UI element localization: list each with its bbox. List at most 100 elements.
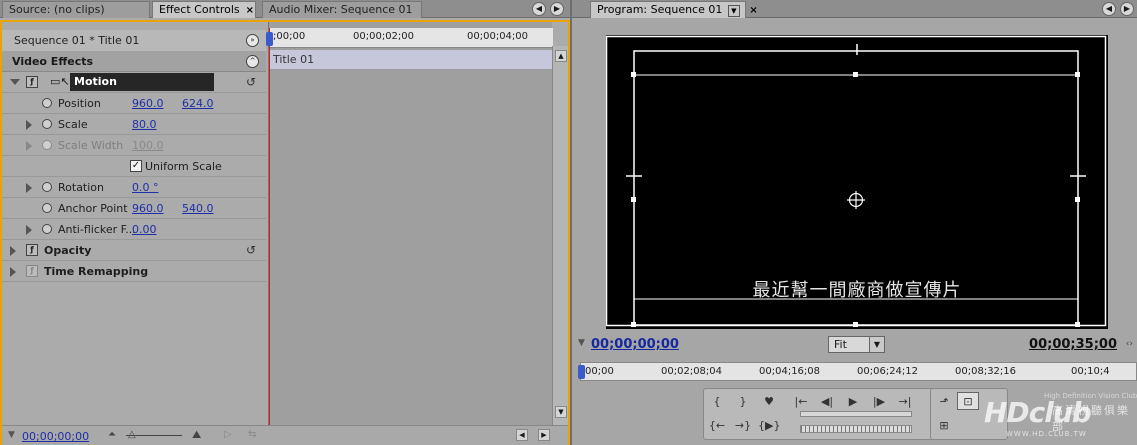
program-time-ruler[interactable]: 00;00 00;02;08;04 00;04;16;08 00;06;24;1… <box>578 362 1137 381</box>
tab-effect-controls[interactable]: Effect Controls × <box>152 1 256 18</box>
lift-icon[interactable]: ⬏ <box>933 393 955 411</box>
program-current-timecode[interactable]: 00;00;00;00 <box>591 337 679 352</box>
expand-triangle-icon[interactable] <box>26 141 32 151</box>
motion-label: Motion <box>70 73 214 91</box>
set-out-icon[interactable]: } <box>732 393 754 411</box>
scroll-left-icon[interactable]: ◀ <box>516 429 528 441</box>
property-scale: Scale 80.0 <box>2 114 266 135</box>
position-x-value[interactable]: 960.0 <box>132 97 164 110</box>
scroll-right-icon[interactable]: ▶ <box>538 429 550 441</box>
go-to-in-icon[interactable]: |← <box>790 393 812 411</box>
show-hide-timeline-icon[interactable]: » <box>246 34 259 47</box>
stopwatch-icon[interactable] <box>42 98 52 108</box>
shuttle-slider[interactable] <box>800 411 912 417</box>
rotation-value[interactable]: 0.0 ° <box>132 181 159 194</box>
playhead-handle[interactable] <box>266 32 273 46</box>
reset-icon[interactable]: ↺ <box>246 75 258 89</box>
tab-audio-mixer-label: Audio Mixer: Sequence 01 <box>269 3 413 16</box>
playhead-line <box>269 28 270 425</box>
step-forward-icon[interactable]: |▶ <box>868 393 890 411</box>
tab-effect-controls-label: Effect Controls <box>159 3 240 16</box>
tab-close-icon[interactable]: × <box>749 5 757 16</box>
stopwatch-icon[interactable] <box>42 182 52 192</box>
program-monitor-panel: Program: Sequence 01 ▼ × ◀ ▶ 最近幫一間廠商做宣傳片… <box>572 0 1137 445</box>
right-tab-bar: Program: Sequence 01 ▼ × ◀ ▶ <box>572 0 1137 18</box>
step-back-icon[interactable]: ◀| <box>816 393 838 411</box>
program-viewer[interactable]: 最近幫一間廠商做宣傳片 <box>605 35 1108 329</box>
zoom-out-icon[interactable]: ⏶ <box>108 429 116 440</box>
zoom-slider-handle[interactable]: △ <box>128 429 136 440</box>
effect-controls-body: Sequence 01 * Title 01 » Video Effects ^… <box>0 20 570 445</box>
expand-triangle-icon[interactable] <box>10 246 16 256</box>
stopwatch-icon[interactable] <box>42 119 52 129</box>
panel-menu-left-icon[interactable]: ◀ <box>1102 2 1116 16</box>
reset-icon[interactable]: ↺ <box>246 243 258 257</box>
scale-width-value: 100.0 <box>132 139 164 152</box>
safe-margins-icon[interactable]: ⊡ <box>957 392 979 410</box>
ruler-label: ;00;00 <box>273 31 306 42</box>
sequence-clip-header: Sequence 01 * Title 01 » <box>2 30 266 51</box>
ruler-label: 00;00;02;00 <box>353 31 415 42</box>
clip-bar[interactable]: Title 01 <box>269 50 553 70</box>
zoom-select[interactable]: Fit ▼ <box>828 336 885 353</box>
current-timecode[interactable]: 00;00;00;00 <box>22 430 89 443</box>
opacity-row[interactable]: ƒ Opacity ↺ <box>2 240 266 261</box>
fx-toggle-icon: ƒ <box>26 265 38 277</box>
vertical-scrollbar[interactable]: ▲ ▼ <box>552 46 568 426</box>
expand-triangle-icon[interactable] <box>26 225 32 235</box>
program-duration-timecode: 00;00;35;00 <box>1029 337 1117 352</box>
transform-icon[interactable]: ▭↖ <box>50 75 70 88</box>
go-to-out-point-icon[interactable]: →} <box>732 417 754 435</box>
playhead-handle[interactable] <box>578 365 585 379</box>
zoom-in-icon[interactable]: ⛰ <box>192 428 201 442</box>
loop-icon[interactable]: ⇆ <box>248 429 256 440</box>
play-audio-icon[interactable]: ▷ <box>224 429 232 440</box>
stopwatch-icon[interactable] <box>42 224 52 234</box>
position-y-value[interactable]: 624.0 <box>182 97 214 110</box>
stopwatch-icon[interactable] <box>42 203 52 213</box>
scroll-up-icon[interactable]: ▲ <box>555 50 567 62</box>
panel-menu-left-icon[interactable]: ◀ <box>532 2 546 16</box>
effect-controls-timeline[interactable]: ;00;00 00;00;02;00 00;00;04;00 Title 01 <box>266 22 553 425</box>
tab-close-icon[interactable]: × <box>246 5 254 16</box>
uniform-scale-checkbox[interactable]: ✓ <box>130 160 142 172</box>
panel-menu-right-icon[interactable]: ▶ <box>1120 2 1134 16</box>
video-effects-label: Video Effects <box>12 55 94 68</box>
property-anchor-point: Anchor Point 960.0 540.0 <box>2 198 266 219</box>
expand-triangle-icon[interactable] <box>10 79 20 85</box>
expand-triangle-icon[interactable] <box>26 120 32 130</box>
stopwatch-icon <box>42 140 52 150</box>
play-in-to-out-icon[interactable]: {▶} <box>758 417 780 435</box>
motion-row[interactable]: ƒ ▭↖ Motion ↺ <box>2 72 266 93</box>
tab-source[interactable]: Source: (no clips) <box>2 1 150 18</box>
go-to-out-icon[interactable]: →| <box>894 393 916 411</box>
collapse-icon[interactable]: ^ <box>246 55 259 68</box>
set-in-icon[interactable]: { <box>706 393 728 411</box>
marker-icon[interactable]: ♥ <box>758 393 780 411</box>
tab-program[interactable]: Program: Sequence 01 ▼ × <box>590 1 758 18</box>
trim-monitor-icon[interactable]: ⊞ <box>933 417 955 435</box>
panel-resize-icon[interactable]: ‹› <box>1126 339 1133 349</box>
jog-disk[interactable] <box>800 425 912 433</box>
play-icon[interactable]: ▶ <box>842 393 864 411</box>
anchor-point-x-value[interactable]: 960.0 <box>132 202 164 215</box>
fx-toggle-icon[interactable]: ƒ <box>26 76 38 88</box>
time-remapping-row[interactable]: ƒ Time Remapping <box>2 261 266 282</box>
property-position: Position 960.0 624.0 <box>2 93 266 114</box>
subtitle-text: 最近幫一間廠商做宣傳片 <box>752 280 962 301</box>
scale-value[interactable]: 80.0 <box>132 118 157 131</box>
effect-controls-footer: ▼ 00;00;00;00 ⏶ △ ⛰ ▷ ⇆ ◀ ▶ <box>2 425 568 445</box>
ruler-label: 00;02;08;04 <box>661 366 723 377</box>
tab-audio-mixer[interactable]: Audio Mixer: Sequence 01 <box>262 1 422 18</box>
fx-toggle-icon[interactable]: ƒ <box>26 244 38 256</box>
panel-menu-right-icon[interactable]: ▶ <box>550 2 564 16</box>
watermark-url: WWW.HD.CLUB.TW <box>1006 430 1087 438</box>
expand-triangle-icon[interactable] <box>10 267 16 277</box>
expand-triangle-icon[interactable] <box>26 183 32 193</box>
scroll-down-icon[interactable]: ▼ <box>555 406 567 418</box>
time-ruler[interactable]: ;00;00 00;00;02;00 00;00;04;00 <box>269 28 553 48</box>
sequence-dropdown-icon[interactable]: ▼ <box>727 5 740 17</box>
go-to-in-point-icon[interactable]: {← <box>706 417 728 435</box>
anchor-point-y-value[interactable]: 540.0 <box>182 202 214 215</box>
anti-flicker-value[interactable]: 0.00 <box>132 223 157 236</box>
